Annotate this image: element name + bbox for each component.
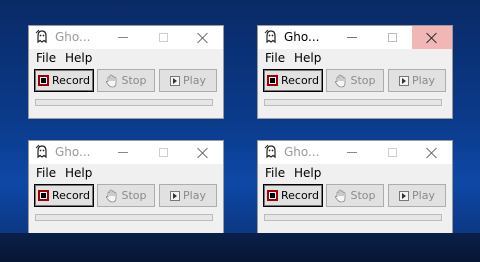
- menu-file[interactable]: File: [36, 51, 56, 65]
- progress-bar: [264, 99, 442, 106]
- record-icon: [266, 190, 278, 201]
- menu-help[interactable]: Help: [65, 51, 92, 65]
- menu-file[interactable]: File: [265, 166, 285, 180]
- minimize-icon: [118, 37, 128, 38]
- play-icon: [399, 190, 410, 201]
- maximize-button[interactable]: [143, 26, 183, 49]
- menu-help[interactable]: Help: [65, 166, 92, 180]
- hand-icon: [106, 74, 117, 87]
- ghost-window-3: Gho... File Help Record Stop Play: [28, 140, 224, 234]
- record-button[interactable]: Record: [34, 184, 94, 207]
- window-title: Gho...: [55, 145, 91, 159]
- window-title: Gho...: [284, 145, 320, 159]
- close-button[interactable]: [183, 141, 223, 164]
- record-button[interactable]: Record: [34, 69, 94, 92]
- menu-file[interactable]: File: [36, 166, 56, 180]
- stop-button[interactable]: Stop: [97, 184, 155, 207]
- title-bar[interactable]: Gho...: [29, 26, 223, 49]
- record-icon: [37, 190, 49, 201]
- menu-bar: File Help: [258, 49, 452, 68]
- minimize-icon: [347, 37, 357, 38]
- stop-button[interactable]: Stop: [326, 184, 384, 207]
- title-bar[interactable]: Gho...: [258, 26, 452, 49]
- maximize-button[interactable]: [372, 141, 412, 164]
- maximize-icon: [387, 33, 397, 42]
- ghost-app-icon: [35, 144, 47, 159]
- minimize-icon: [347, 152, 357, 153]
- record-label: Record: [280, 189, 319, 202]
- close-icon: [426, 147, 438, 159]
- close-button[interactable]: [412, 141, 452, 164]
- menu-bar: File Help: [258, 164, 452, 183]
- menu-bar: File Help: [29, 164, 223, 183]
- menu-help[interactable]: Help: [294, 51, 321, 65]
- stop-label: Stop: [121, 189, 147, 202]
- window-title: Gho...: [284, 30, 320, 44]
- close-icon: [197, 147, 209, 159]
- minimize-button[interactable]: [332, 26, 372, 49]
- record-button[interactable]: Record: [263, 184, 323, 207]
- record-button[interactable]: Record: [263, 69, 323, 92]
- record-icon: [266, 75, 278, 86]
- minimize-button[interactable]: [332, 141, 372, 164]
- close-button[interactable]: [183, 26, 223, 49]
- play-icon: [399, 75, 410, 86]
- play-label: Play: [412, 74, 435, 87]
- maximize-button[interactable]: [143, 141, 183, 164]
- ghost-app-icon: [264, 29, 276, 44]
- minimize-button[interactable]: [103, 26, 143, 49]
- stop-label: Stop: [350, 74, 376, 87]
- play-button[interactable]: Play: [388, 69, 446, 92]
- close-button[interactable]: [412, 26, 452, 49]
- menu-bar: File Help: [29, 49, 223, 68]
- stop-button[interactable]: Stop: [97, 69, 155, 92]
- title-bar[interactable]: Gho...: [258, 141, 452, 164]
- record-label: Record: [51, 189, 90, 202]
- minimize-icon: [118, 152, 128, 153]
- play-button[interactable]: Play: [159, 69, 217, 92]
- hand-icon: [106, 189, 117, 202]
- play-icon: [170, 75, 181, 86]
- ghost-app-icon: [35, 29, 47, 44]
- play-label: Play: [412, 189, 435, 202]
- stop-button[interactable]: Stop: [326, 69, 384, 92]
- record-icon: [37, 75, 49, 86]
- minimize-button[interactable]: [103, 141, 143, 164]
- window-title: Gho...: [55, 30, 91, 44]
- ghost-window-2: Gho... File Help Record Stop Play: [257, 25, 453, 119]
- ghost-app-icon: [264, 144, 276, 159]
- record-label: Record: [51, 74, 90, 87]
- maximize-icon: [387, 148, 397, 157]
- record-label: Record: [280, 74, 319, 87]
- maximize-icon: [158, 148, 168, 157]
- play-label: Play: [183, 189, 206, 202]
- stop-label: Stop: [121, 74, 147, 87]
- progress-bar: [264, 214, 442, 221]
- title-bar[interactable]: Gho...: [29, 141, 223, 164]
- taskbar[interactable]: [0, 233, 480, 262]
- play-icon: [170, 190, 181, 201]
- stop-label: Stop: [350, 189, 376, 202]
- maximize-button[interactable]: [372, 26, 412, 49]
- hand-icon: [335, 74, 346, 87]
- progress-bar: [35, 99, 213, 106]
- close-icon: [197, 32, 209, 44]
- maximize-icon: [158, 33, 168, 42]
- play-label: Play: [183, 74, 206, 87]
- progress-bar: [35, 214, 213, 221]
- ghost-window-4: Gho... File Help Record Stop Play: [257, 140, 453, 234]
- menu-help[interactable]: Help: [294, 166, 321, 180]
- menu-file[interactable]: File: [265, 51, 285, 65]
- hand-icon: [335, 189, 346, 202]
- close-icon: [426, 32, 438, 44]
- play-button[interactable]: Play: [159, 184, 217, 207]
- ghost-window-1: Gho... File Help Record Stop Play: [28, 25, 224, 119]
- play-button[interactable]: Play: [388, 184, 446, 207]
